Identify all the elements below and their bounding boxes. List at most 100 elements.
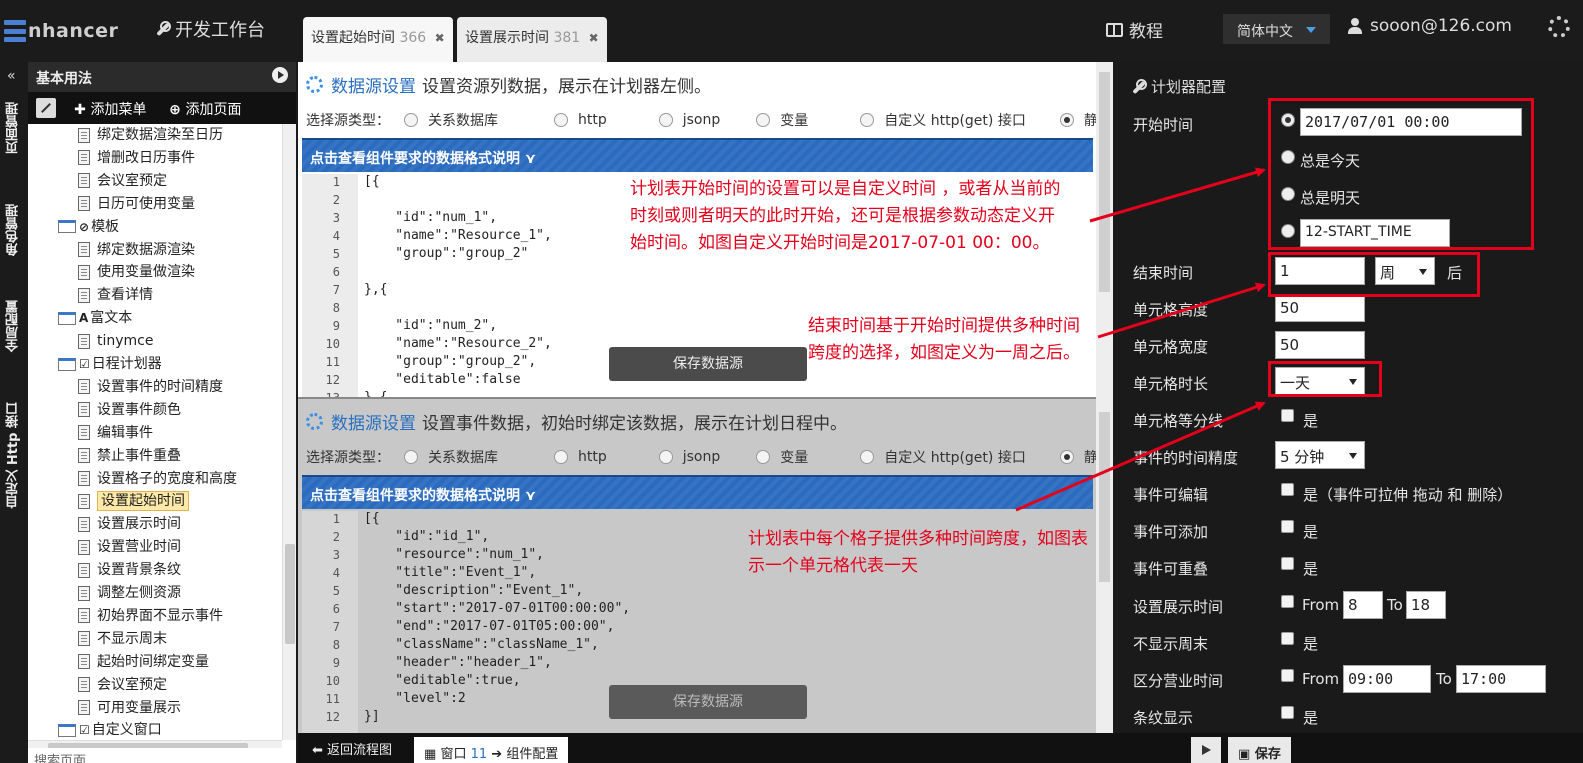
display-to-input[interactable]: 18 (1406, 591, 1446, 619)
select-value: 5 分钟 (1280, 448, 1325, 466)
expand-icon[interactable] (36, 98, 56, 118)
display-time-checkbox[interactable] (1281, 595, 1294, 608)
tab-start-time[interactable]: 设置起始时间 366 ✖ (303, 17, 453, 62)
source-type-radio[interactable] (756, 113, 771, 127)
side-tab-http[interactable]: 自定义 Http 接口 (4, 402, 23, 509)
tree-page[interactable]: 起始时间绑定变量 (78, 651, 209, 673)
tree-page[interactable]: 使用变量做渲染 (78, 261, 195, 283)
close-icon[interactable]: ✖ (435, 31, 445, 45)
source-type-radio[interactable] (554, 113, 568, 127)
tree-page[interactable]: 可用变量展示 (78, 697, 181, 719)
tree-page[interactable]: 会议室预定 (78, 674, 167, 696)
center-scrollbar[interactable] (1096, 62, 1113, 733)
source-type-radio[interactable] (1059, 113, 1074, 127)
save-datasource-button[interactable]: 保存数据源 (609, 347, 807, 381)
panel-header: 计划器配置 (1131, 76, 1226, 97)
annotation-start-time: 计划表开始时间的设置可以是自定义时间 ，或者从当前的时刻或则者明天的此时开始，还… (630, 179, 1061, 253)
overlap-checkbox[interactable] (1281, 557, 1294, 570)
tree-page[interactable]: 不显示周末 (78, 628, 167, 650)
logo[interactable]: nhancer (4, 18, 118, 44)
tree-page[interactable]: 绑定数据源渲染 (78, 239, 195, 261)
business-hours-checkbox[interactable] (1281, 669, 1294, 682)
addable-checkbox[interactable] (1281, 520, 1294, 533)
tree-toolbar: ✚ 添加菜单 ⊕ 添加页面 (28, 92, 296, 124)
tree-page[interactable]: tinymce (78, 330, 154, 352)
tree-page[interactable]: 会议室预定 (78, 170, 167, 192)
tree-page[interactable]: 设置事件的时间精度 (78, 376, 223, 398)
scrollbar-thumb[interactable] (1099, 412, 1110, 582)
tree-page[interactable]: 查看详情 (78, 284, 153, 306)
tab-display-time[interactable]: 设置展示时间 381 ✖ (457, 17, 607, 62)
format-help-bar[interactable]: 点击查看组件要求的数据格式说明 ⋎ (302, 138, 1093, 172)
source-type-row: 选择源类型：关系数据库httpjsonp变量自定义 http(get) 接口静态… (306, 110, 1140, 130)
folder-icon (58, 357, 76, 371)
tree-label: 日程计划器 (91, 356, 162, 372)
tree-page[interactable]: 设置起始时间 (78, 490, 189, 512)
window-tab[interactable]: ▦ 窗口 11 ➔ 组件配置 (414, 737, 569, 763)
business-from-input[interactable]: 09:00 (1343, 665, 1431, 693)
tree-folder[interactable]: ☑ 自定义窗口 (58, 719, 162, 740)
source-type-radio[interactable] (404, 113, 418, 127)
tutorial-link[interactable]: 教程 (1106, 17, 1163, 42)
tree-page[interactable]: 设置背景条纹 (78, 559, 181, 581)
save-datasource-button[interactable]: 保存数据源 (609, 685, 807, 719)
cell-height-input[interactable]: 50 (1275, 294, 1365, 322)
source-type-radio[interactable] (658, 113, 673, 127)
tree-page[interactable]: 日历可使用变量 (78, 193, 195, 215)
tree-folder[interactable]: ☑ 日程计划器 (58, 353, 162, 375)
precision-select[interactable]: 5 分钟 (1275, 441, 1365, 469)
collapse-icon[interactable]: « (7, 68, 16, 84)
source-type-radio[interactable] (756, 450, 771, 464)
business-to-input[interactable]: 17:00 (1456, 665, 1546, 693)
title-desc: 设置事件数据，初始时绑定该数据，展示在计划日程中。 (422, 414, 847, 434)
tree-page[interactable]: 增删改日历事件 (78, 147, 195, 169)
line-number: 1 (332, 175, 340, 189)
save-button[interactable]: ▣ 保存 (1228, 737, 1291, 763)
page-search-input[interactable]: 搜索页面 (28, 748, 296, 763)
back-to-flow-button[interactable]: ⬅ 返回流程图 (312, 739, 392, 758)
tree-page[interactable]: 初始界面不显示事件 (78, 605, 223, 627)
tree-page[interactable]: 编辑事件 (78, 422, 153, 444)
side-tab-pages[interactable]: 页面管理 (4, 102, 23, 154)
stripe-checkbox[interactable] (1281, 706, 1294, 719)
play-icon[interactable] (1191, 737, 1221, 763)
tree-page[interactable]: 设置营业时间 (78, 536, 181, 558)
source-type-option: jsonp (682, 449, 721, 465)
tree-folder[interactable]: A 富文本 (58, 307, 132, 329)
gear-icon[interactable] (1548, 16, 1570, 38)
tree-page[interactable]: 设置展示时间 (78, 513, 181, 535)
tree-label: 起始时间绑定变量 (97, 653, 209, 670)
user-menu[interactable]: sooon@126.com (1348, 16, 1512, 36)
cell-width-input[interactable]: 50 (1275, 331, 1365, 359)
format-help-bar[interactable]: 点击查看组件要求的数据格式说明 ⋎ (302, 475, 1093, 509)
tree-page[interactable]: 绑定数据渲染至日历 (78, 124, 223, 146)
side-tab-global[interactable]: 全局配置 (4, 300, 23, 352)
source-type-radio[interactable] (860, 450, 875, 464)
side-tab-roles[interactable]: 角色管理 (4, 204, 23, 256)
tree-page[interactable]: 设置格子的宽度和高度 (78, 468, 237, 490)
close-icon[interactable]: ✖ (589, 31, 599, 45)
display-from-input[interactable]: 8 (1343, 591, 1383, 619)
source-type-radio[interactable] (404, 450, 418, 464)
scrollbar-thumb[interactable] (285, 544, 295, 644)
devbench-link[interactable]: 开发工作台 (155, 16, 265, 42)
wrench-icon (155, 21, 171, 37)
add-page-button[interactable]: ⊕ 添加页面 (169, 99, 241, 119)
cell-divider-checkbox[interactable] (1281, 409, 1294, 422)
play-icon[interactable] (272, 67, 288, 83)
language-select[interactable]: 简体中文 (1223, 14, 1330, 44)
tree-page[interactable]: 调整左侧资源 (78, 582, 181, 604)
no-weekend-checkbox[interactable] (1281, 632, 1294, 645)
tree-folder[interactable]: ⊘ 模板 (58, 216, 119, 238)
add-menu-button[interactable]: ✚ 添加菜单 (74, 99, 146, 119)
source-type-radio[interactable] (658, 450, 673, 464)
scrollbar-thumb[interactable] (1099, 72, 1110, 292)
source-type-radio[interactable] (554, 450, 568, 464)
source-type-radio[interactable] (860, 113, 875, 127)
editable-checkbox[interactable] (1281, 483, 1294, 496)
tree-page[interactable]: 设置事件颜色 (78, 399, 181, 421)
tree-scrollbar[interactable] (282, 124, 296, 740)
source-type-radio[interactable] (1059, 450, 1074, 464)
folder-icon (58, 723, 76, 737)
tree-page[interactable]: 禁止事件重叠 (78, 445, 181, 467)
